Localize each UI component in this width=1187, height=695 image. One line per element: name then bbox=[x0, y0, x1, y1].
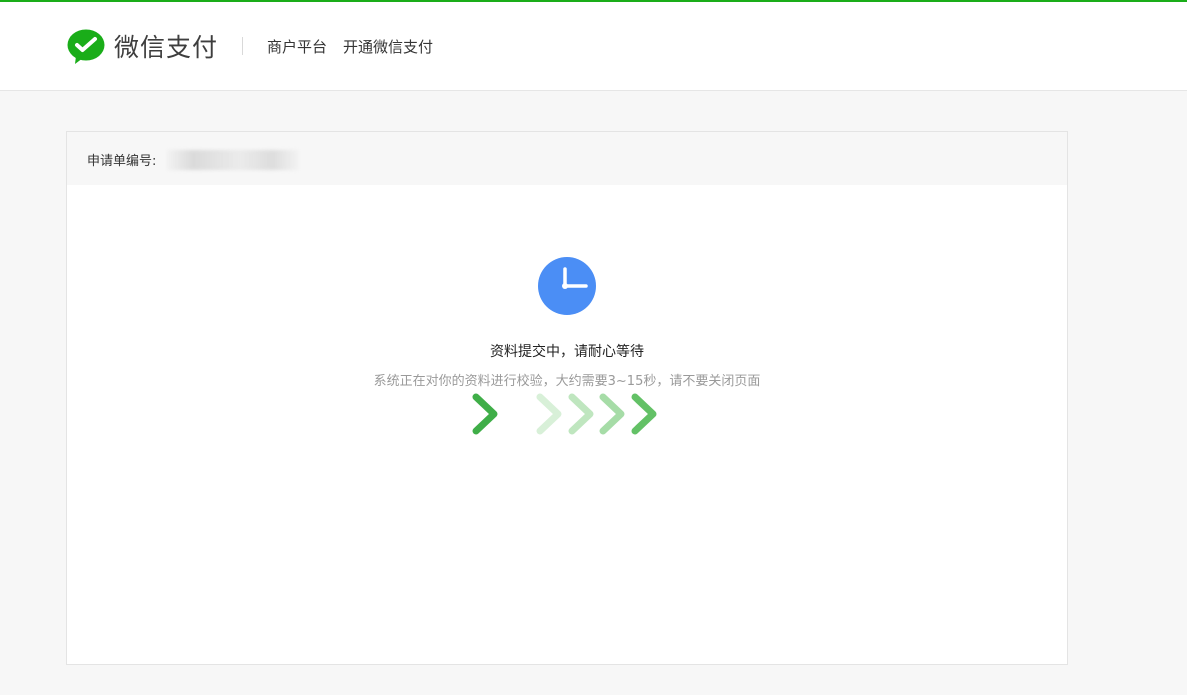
progress-indicator bbox=[472, 393, 657, 435]
status-title: 资料提交中，请耐心等待 bbox=[490, 344, 644, 360]
nav-merchant-platform[interactable]: 商户平台 bbox=[267, 36, 327, 57]
chevron-right-icon bbox=[599, 393, 625, 435]
clock-icon bbox=[538, 257, 596, 315]
chevron-right-icon bbox=[631, 393, 657, 435]
chevron-right-icon bbox=[568, 393, 594, 435]
panel-header: 申请单编号: bbox=[67, 132, 1067, 185]
wechat-pay-logo-icon bbox=[67, 29, 105, 64]
application-panel: 申请单编号: 资料提交中，请耐心等待 系统正在对你的资料进行校验，大约需要3~1… bbox=[66, 131, 1068, 665]
chevron-right-icon bbox=[536, 393, 562, 435]
status-description: 系统正在对你的资料进行校验，大约需要3~15秒，请不要关闭页面 bbox=[373, 374, 761, 389]
brand-name[interactable]: 微信支付 bbox=[114, 28, 218, 64]
chevron-right-icon bbox=[472, 393, 498, 435]
order-number-value bbox=[167, 150, 299, 170]
order-number-label: 申请单编号: bbox=[87, 154, 157, 169]
header-divider bbox=[242, 37, 243, 55]
nav-open-wechat-pay[interactable]: 开通微信支付 bbox=[343, 36, 433, 57]
header: 微信支付 商户平台 开通微信支付 bbox=[0, 2, 1187, 91]
